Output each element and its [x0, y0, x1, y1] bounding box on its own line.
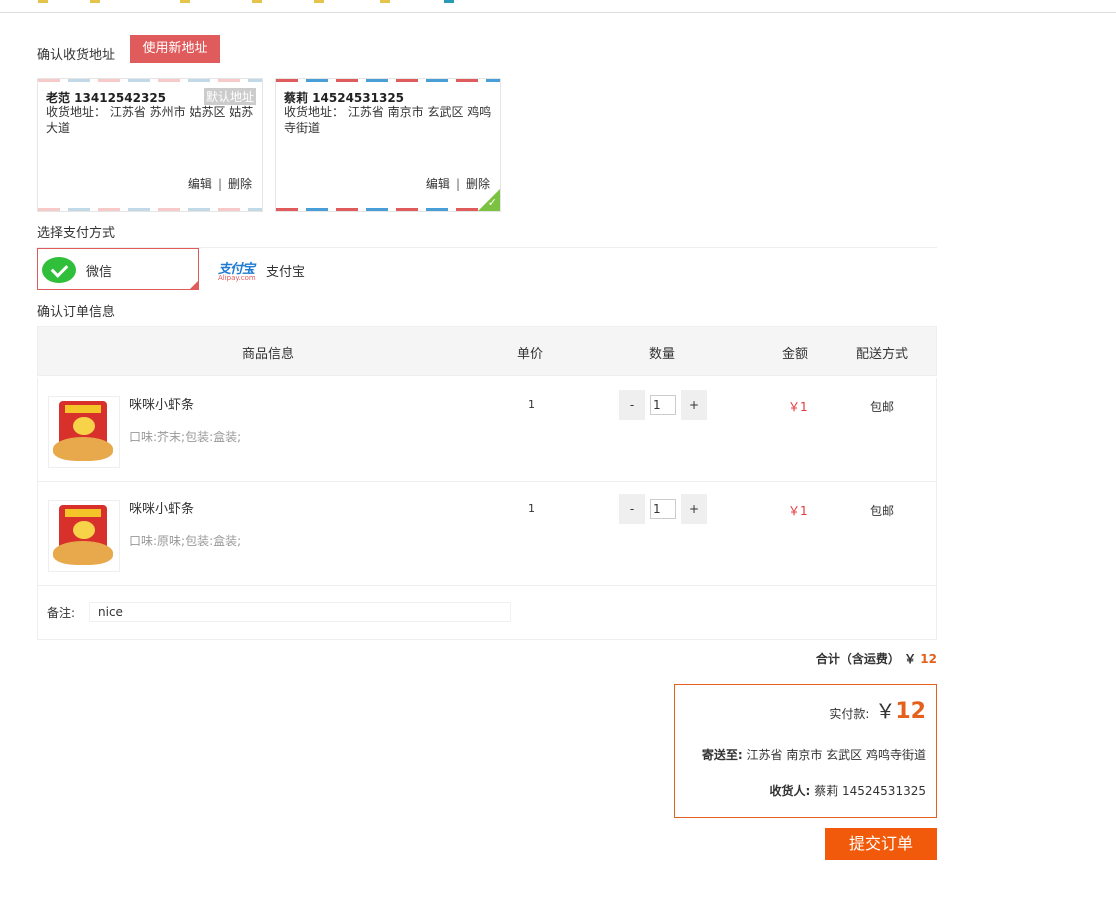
header-amount: 金额 [782, 347, 809, 362]
envelope-stripe-top [276, 79, 500, 82]
product-attributes: 口味:原味;包装:盒装; [129, 534, 242, 548]
payment-summary-box: 实付款: ￥12 寄送至: 江苏省 南京市 玄武区 鸡鸣寺街道 收货人: 蔡莉 1… [674, 684, 937, 818]
edit-address-link[interactable]: 编辑 [426, 177, 450, 191]
product-attributes: 口味:芥末;包装:盒装; [129, 430, 242, 444]
address-detail: 收货地址： 江苏省 南京市 玄武区 鸡鸣寺街道 [284, 105, 492, 135]
quantity-input[interactable]: 1 [650, 499, 676, 519]
paid-label: 实付款: [829, 707, 870, 721]
total-currency: ￥ [904, 652, 917, 666]
action-separator: | [217, 177, 222, 191]
receiver-value: 蔡莉 14524531325 [814, 784, 926, 798]
address-section-title: 确认收货地址 [37, 48, 116, 63]
address-detail: 收货地址： 江苏省 苏州市 姑苏区 姑苏大道 [46, 105, 254, 135]
checkmark-icon: ✓ [487, 196, 497, 209]
order-total: 合计（含运费） ￥ 12 [816, 650, 937, 667]
bookmark-icon[interactable] [90, 0, 100, 3]
address-card[interactable]: 老范 13412542325 默认地址 收货地址： 江苏省 苏州市 姑苏区 姑苏… [37, 78, 263, 212]
increase-quantity-button[interactable]: + [681, 390, 707, 420]
receiver-line: 收货人: 蔡莉 14524531325 [770, 782, 926, 799]
unit-price: 1 [528, 398, 535, 411]
envelope-stripe-bottom [276, 208, 500, 211]
shipping-method: 包邮 [870, 400, 895, 414]
bookmark-icon[interactable] [444, 0, 454, 3]
header-unit-price: 单价 [517, 347, 544, 362]
ship-to-line: 寄送至: 江苏省 南京市 玄武区 鸡鸣寺街道 [702, 746, 926, 763]
address-actions: 编辑 | 删除 [188, 175, 252, 192]
quantity-input[interactable]: 1 [650, 395, 676, 415]
shipping-method: 包邮 [870, 504, 895, 518]
product-name[interactable]: 咪咪小虾条 [129, 498, 194, 517]
bookmark-icon[interactable] [180, 0, 190, 3]
address-card-selected[interactable]: 蔡莉 14524531325 收货地址： 江苏省 南京市 玄武区 鸡鸣寺街道 编… [275, 78, 501, 212]
envelope-stripe-bottom [38, 208, 262, 211]
receiver-label: 收货人: [769, 784, 811, 798]
use-new-address-button[interactable]: 使用新地址 [130, 35, 220, 63]
payment-option-wechat[interactable]: 微信 [37, 248, 199, 290]
product-image[interactable] [48, 500, 120, 572]
payment-label: 支付宝 [266, 265, 306, 280]
payment-section-title: 选择支付方式 [37, 226, 116, 241]
decrease-quantity-button[interactable]: - [619, 494, 645, 524]
delete-address-link[interactable]: 删除 [228, 177, 252, 191]
ship-to-value: 江苏省 南京市 玄武区 鸡鸣寺街道 [746, 748, 926, 762]
envelope-stripe-top [38, 79, 262, 82]
order-item-row: 咪咪小虾条 口味:原味;包装:盒装; 1 - 1 + ￥1 包邮 [37, 482, 937, 586]
note-label: 备注: [47, 606, 76, 620]
ship-to-label: 寄送至: [701, 748, 743, 762]
bookmark-icon[interactable] [252, 0, 262, 3]
header-shipping: 配送方式 [856, 347, 909, 362]
payment-label: 微信 [86, 265, 113, 280]
selected-corner-mark [190, 281, 198, 289]
paid-currency: ￥ [875, 699, 896, 723]
wechat-icon [42, 257, 76, 283]
total-label: 合计（含运费） [815, 652, 900, 666]
bookmark-icon[interactable] [38, 0, 48, 3]
header-quantity: 数量 [649, 347, 676, 362]
payment-option-alipay[interactable]: 支付宝 Alipay.com 支付宝 [218, 248, 338, 290]
order-note-row: 备注: nice [37, 586, 937, 640]
default-address-badge: 默认地址 [203, 88, 256, 105]
order-table-header: 商品信息 单价 数量 金额 配送方式 [37, 326, 937, 376]
alipay-logo: 支付宝 Alipay.com [218, 258, 264, 284]
item-amount: ￥1 [788, 504, 808, 518]
total-value: 12 [920, 652, 937, 666]
item-amount: ￥1 [788, 400, 808, 414]
increase-quantity-button[interactable]: + [681, 494, 707, 524]
decrease-quantity-button[interactable]: - [619, 390, 645, 420]
bookmark-icon[interactable] [314, 0, 324, 3]
edit-address-link[interactable]: 编辑 [188, 177, 212, 191]
alipay-logo-subtext: Alipay.com [218, 274, 256, 282]
product-image[interactable] [48, 396, 120, 468]
note-input[interactable]: nice [89, 602, 511, 622]
product-name[interactable]: 咪咪小虾条 [129, 394, 194, 413]
action-separator: | [455, 177, 460, 191]
submit-order-button[interactable]: 提交订单 [825, 828, 937, 860]
paid-amount-line: 实付款: ￥12 [829, 695, 926, 724]
unit-price: 1 [528, 502, 535, 515]
paid-value: 12 [895, 699, 926, 724]
bookmark-icon[interactable] [380, 0, 390, 3]
order-item-row: 咪咪小虾条 口味:芥末;包装:盒装; 1 - 1 + ￥1 包邮 [37, 378, 937, 482]
order-section-title: 确认订单信息 [37, 305, 116, 320]
browser-bookmark-bar [0, 0, 1116, 13]
header-product: 商品信息 [242, 347, 295, 362]
